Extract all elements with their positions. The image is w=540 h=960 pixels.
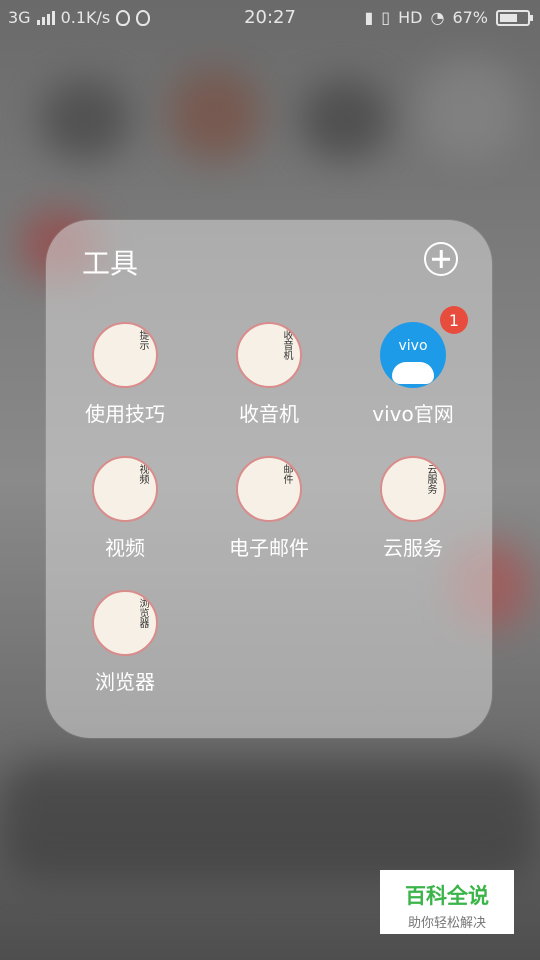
battery-level <box>500 13 518 22</box>
app-email[interactable]: 邮件 电子邮件 <box>204 456 334 561</box>
background-blur <box>420 60 520 160</box>
hd-label: HD <box>398 8 423 27</box>
notification-badge: 1 <box>440 306 468 334</box>
app-cloud-service[interactable]: 云服务 云服务 <box>348 456 478 561</box>
folder-title[interactable]: 工具 <box>82 242 138 282</box>
status-right: ▮ ▯ HD ◔ 67% <box>364 8 533 27</box>
radio-icon: 收音机 <box>236 322 302 388</box>
lantern-icon: 云服务 <box>380 456 446 522</box>
app-label: 使用技巧 <box>85 402 165 426</box>
background-blur <box>0 760 540 880</box>
app-tips[interactable]: 提示 使用技巧 <box>60 322 190 427</box>
cat-face-icon <box>392 362 434 384</box>
app-folder: 工具 提示 使用技巧 收音机 收音机 vivo 1 vivo官网 视频 视频 邮… <box>46 220 492 738</box>
app-label: 收音机 <box>239 402 299 426</box>
app-label: vivo官网 <box>372 402 454 426</box>
watermark-logo: 百科全说 助你轻松解决 <box>380 870 514 934</box>
app-label: 云服务 <box>383 536 443 560</box>
battery-icon <box>496 9 533 26</box>
watermark-title: 百科全说 <box>405 884 489 908</box>
add-app-button[interactable] <box>424 242 458 276</box>
background-blur <box>300 80 390 160</box>
battery-percent: 67% <box>452 8 488 27</box>
watermark-subtitle: 助你轻松解决 <box>407 916 486 931</box>
background-blur <box>40 80 130 160</box>
app-label: 浏览器 <box>95 670 155 694</box>
app-video[interactable]: 视频 视频 <box>60 456 190 561</box>
mail-scroll-icon: 邮件 <box>236 456 302 522</box>
umbrella-icon: 视频 <box>92 456 158 522</box>
hairpin-icon: 浏览器 <box>92 590 158 656</box>
app-vivo-official[interactable]: vivo 1 vivo官网 <box>348 306 478 427</box>
app-label: 电子邮件 <box>229 536 309 560</box>
wifi-icon: ◔ <box>430 8 445 27</box>
app-label: 视频 <box>105 536 145 560</box>
vibrate-icon: ▯ <box>381 8 391 27</box>
status-bar: 3G 0.1K/s 20:27 ▮ ▯ HD ◔ 67% <box>0 0 540 34</box>
charging-icon: ▮ <box>364 8 374 27</box>
app-radio[interactable]: 收音机 收音机 <box>204 322 334 427</box>
background-blur <box>170 70 260 160</box>
app-browser[interactable]: 浏览器 浏览器 <box>60 590 190 695</box>
vivo-icon: vivo <box>380 322 446 388</box>
tips-book-icon: 提示 <box>92 322 158 388</box>
